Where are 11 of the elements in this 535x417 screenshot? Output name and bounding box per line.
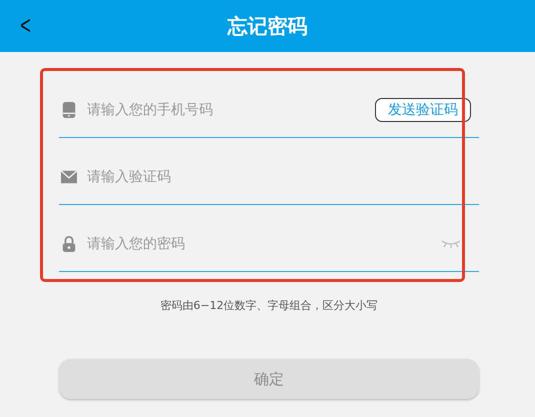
- lock-icon: [61, 236, 77, 252]
- back-button[interactable]: <: [20, 10, 31, 41]
- eye-closed-icon[interactable]: [441, 239, 461, 249]
- page-title: 忘记密码: [228, 12, 308, 40]
- input-field[interactable]: 请输入您的密码: [85, 235, 433, 253]
- password-rule-text: 密码由6−12位数字、字母组合，区分大小写: [159, 298, 379, 313]
- input-field[interactable]: 请输入验证码: [85, 168, 479, 186]
- phone-icon: [61, 102, 77, 118]
- send-code-button[interactable]: 发送验证码: [375, 98, 471, 122]
- envelope-icon: [61, 169, 77, 185]
- input-field[interactable]: 请输入您的手机号码: [85, 101, 367, 119]
